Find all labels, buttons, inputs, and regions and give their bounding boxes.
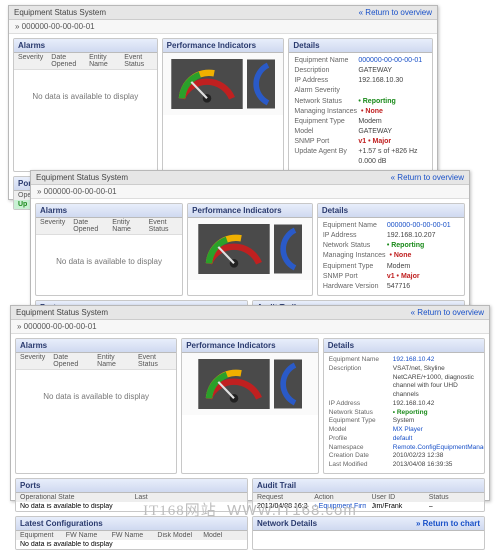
panel-alarms: Alarms SeverityDate Opened Entity NameEv… xyxy=(35,203,183,296)
panel-header-perf: Performance Indicators xyxy=(163,39,284,53)
titlebar: Equipment Status System « Return to over… xyxy=(9,6,437,20)
panel-performance: Performance Indicators xyxy=(181,338,319,474)
panel-details: Details Equipment Name000000-00-00-00-01… xyxy=(317,203,465,296)
breadcrumb: » 000000-00-00-00-01 xyxy=(9,20,437,34)
app-title: Equipment Status System xyxy=(16,308,108,317)
arc-indicator-icon xyxy=(274,224,302,274)
return-link[interactable]: « Return to overview xyxy=(391,173,464,182)
app-title: Equipment Status System xyxy=(36,173,128,182)
return-link[interactable]: « Return to overview xyxy=(359,8,432,17)
crumb-text: » 000000-00-00-00-01 xyxy=(15,22,95,31)
gauge-icon xyxy=(198,224,270,274)
panel-performance: Performance Indicators xyxy=(162,38,285,172)
panel-header-details: Details xyxy=(289,39,432,53)
watermark: IT168网站 WWW.IT168.com xyxy=(0,495,500,524)
return-link[interactable]: « Return to overview xyxy=(411,308,484,317)
panel-performance: Performance Indicators xyxy=(187,203,313,296)
panel-header-alarms: Alarms xyxy=(14,39,157,53)
panel-alarms: Alarms Severity Date Opened Entity Name … xyxy=(13,38,158,172)
alarm-columns: Severity Date Opened Entity Name Event S… xyxy=(14,53,157,70)
titlebar: Equipment Status System « Return to over… xyxy=(11,306,489,320)
gauge-icon xyxy=(198,359,270,409)
details-list: Equipment Name000000-00-00-00-01 Descrip… xyxy=(289,53,432,171)
app-title: Equipment Status System xyxy=(14,8,106,17)
titlebar: Equipment Status System « Return to over… xyxy=(31,171,469,185)
window-3: Equipment Status System « Return to over… xyxy=(10,305,490,501)
arc-indicator-icon xyxy=(247,59,275,109)
alarms-empty: No data is available to display xyxy=(14,70,157,171)
arc-indicator-icon xyxy=(274,359,302,409)
panel-details: Details Equipment Name192.168.10.42 Desc… xyxy=(323,338,485,474)
panel-details: Details Equipment Name000000-00-00-00-01… xyxy=(288,38,433,172)
gauge-icon xyxy=(171,59,243,109)
panel-alarms: Alarms SeverityDate Opened Entity NameEv… xyxy=(15,338,177,474)
